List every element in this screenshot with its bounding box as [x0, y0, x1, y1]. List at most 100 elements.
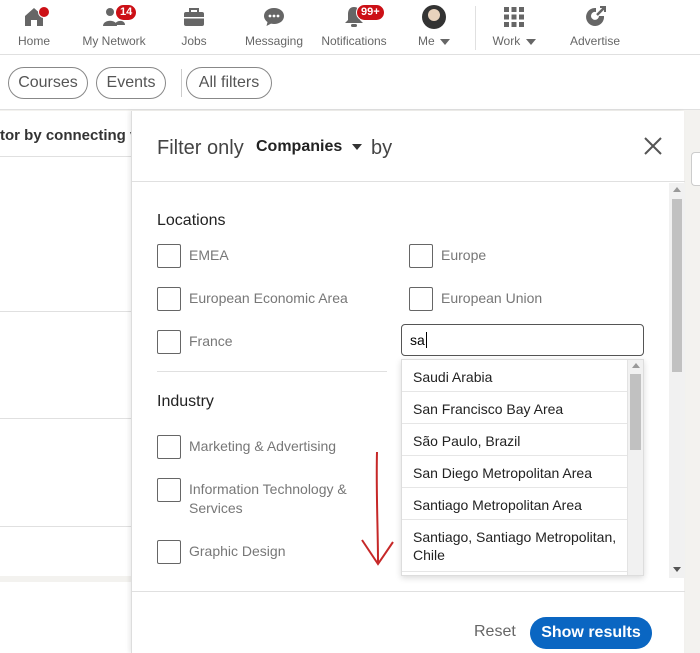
locations-heading: Locations	[157, 212, 226, 229]
advertise-icon	[586, 6, 606, 26]
notification-dot	[38, 6, 50, 18]
dropdown-scrollbar[interactable]	[627, 360, 643, 575]
checkbox-label: France	[189, 333, 233, 349]
checkbox[interactable]	[157, 244, 181, 268]
scroll-down-icon[interactable]	[673, 567, 681, 572]
location-checkbox-eu[interactable]: European Union	[409, 287, 542, 311]
modal-header: Filter only Companies by	[132, 111, 685, 182]
nav-my-network[interactable]: 14 My Network	[78, 4, 150, 52]
modal-scrollbar[interactable]	[669, 183, 685, 578]
caret-down-icon	[352, 144, 363, 150]
nav-me[interactable]: Me	[412, 4, 456, 52]
location-checkbox-france[interactable]: France	[157, 330, 233, 354]
chevron-down-icon	[440, 38, 450, 45]
checkbox-label: Graphic Design	[189, 543, 286, 559]
courses-pill[interactable]: Courses	[8, 67, 88, 99]
industry-heading: Industry	[157, 393, 214, 410]
nav-label-advertise: Advertise	[569, 34, 621, 48]
filter-by-label: by	[371, 137, 393, 159]
filter-pills-bar: Courses Events All filters	[0, 55, 700, 110]
filter-only-label: Filter only	[157, 137, 244, 159]
nav-me-wrap: Me	[412, 34, 456, 48]
reset-button[interactable]: Reset	[474, 623, 516, 641]
notifications-badge: 99+	[356, 4, 385, 21]
checkbox[interactable]	[157, 435, 181, 459]
scrollbar-thumb[interactable]	[630, 374, 641, 450]
side-panel-tab[interactable]	[691, 152, 700, 186]
suggestion-item[interactable]: Santiago Metropolitan Area	[402, 488, 628, 520]
messaging-icon	[264, 8, 284, 26]
show-results-button[interactable]: Show results	[530, 617, 652, 649]
entity-type-value: Companies	[256, 138, 343, 155]
suggestion-item[interactable]: Santiago, Santiago Metropolitan, Chile	[402, 520, 628, 572]
briefcase-icon	[184, 8, 204, 26]
nav-label-my-network: My Network	[82, 34, 146, 48]
checkbox-label: Information Technology & Services	[189, 481, 347, 516]
scroll-up-icon[interactable]	[673, 187, 681, 192]
divider	[0, 526, 131, 527]
text-cursor	[425, 332, 427, 348]
chevron-down-icon	[525, 38, 536, 45]
divider	[0, 311, 131, 312]
search-results-background: tor by connecting v	[0, 111, 138, 653]
checkbox[interactable]	[157, 540, 181, 564]
nav-jobs[interactable]: Jobs	[170, 4, 218, 52]
suggestion-item[interactable]: San Diego Metropolitan Area	[402, 456, 628, 488]
scroll-up-icon[interactable]	[632, 363, 640, 368]
network-badge: 14	[115, 4, 138, 21]
nav-label-work: Work	[492, 34, 521, 48]
suggestion-item[interactable]: Saudi Arabia	[402, 360, 628, 392]
nav-work[interactable]: Work	[488, 4, 540, 52]
checkbox[interactable]	[157, 330, 181, 354]
checkbox[interactable]	[409, 287, 433, 311]
events-pill[interactable]: Events	[96, 67, 166, 99]
entity-type-select[interactable]: Companies	[256, 138, 363, 156]
nav-notifications[interactable]: 99+ Notifications	[318, 4, 390, 52]
checkbox-label: EMEA	[189, 247, 229, 263]
annotation-arrow-icon	[361, 451, 394, 566]
divider	[0, 576, 131, 582]
checkbox-label: Marketing & Advertising	[189, 438, 337, 454]
nav-work-wrap: Work	[488, 34, 540, 48]
nav-label-messaging: Messaging	[244, 34, 304, 48]
global-nav: Home 14 My Network Jobs Messaging 99+ No…	[0, 0, 700, 55]
nav-divider	[475, 6, 476, 50]
location-checkbox-europe[interactable]: Europe	[409, 244, 486, 268]
location-checkbox-eea[interactable]: European Economic Area	[157, 287, 348, 311]
location-search-value: sa	[410, 332, 425, 348]
suggestion-item[interactable]: San Francisco Bay Area	[402, 392, 628, 424]
nav-label-jobs: Jobs	[181, 34, 207, 48]
suggestion-item[interactable]: São Paulo, Brazil	[402, 424, 628, 456]
industry-checkbox-graphic-design[interactable]: Graphic Design	[157, 540, 286, 564]
modal-body: Locations EMEA Europe European Economic …	[132, 183, 685, 591]
location-checkbox-emea[interactable]: EMEA	[157, 244, 229, 268]
nav-label-home: Home	[17, 34, 50, 48]
background-text: tor by connecting v	[0, 127, 139, 144]
checkbox[interactable]	[157, 287, 181, 311]
industry-checkbox-marketing[interactable]: Marketing & Advertising	[157, 435, 336, 459]
checkbox-label: European Economic Area	[189, 290, 348, 306]
checkbox-label: European Union	[441, 290, 543, 306]
checkbox[interactable]	[409, 244, 433, 268]
scrollbar-thumb[interactable]	[672, 199, 682, 372]
divider	[0, 418, 131, 419]
close-icon[interactable]	[641, 134, 665, 158]
avatar	[422, 5, 446, 29]
location-suggestions-dropdown: Saudi Arabia San Francisco Bay Area São …	[401, 359, 644, 576]
all-filters-pill[interactable]: All filters	[186, 67, 272, 99]
nav-advertise[interactable]: Advertise	[564, 4, 626, 52]
industry-checkbox-it[interactable]: Information Technology & Services	[157, 478, 369, 518]
pill-divider	[181, 69, 182, 97]
location-search-input[interactable]: sa	[401, 324, 644, 356]
filter-modal: Filter only Companies by Locations EMEA …	[131, 111, 685, 653]
section-divider	[157, 371, 387, 372]
grid-icon	[504, 7, 524, 27]
nav-home[interactable]: Home	[8, 4, 60, 52]
checkbox-label: Europe	[441, 247, 487, 263]
nav-label-me: Me	[417, 34, 435, 48]
divider	[0, 156, 131, 157]
modal-footer: Reset Show results	[132, 591, 685, 653]
nav-label-notifications: Notifications	[321, 34, 387, 48]
checkbox[interactable]	[157, 478, 181, 502]
nav-messaging[interactable]: Messaging	[241, 4, 307, 52]
